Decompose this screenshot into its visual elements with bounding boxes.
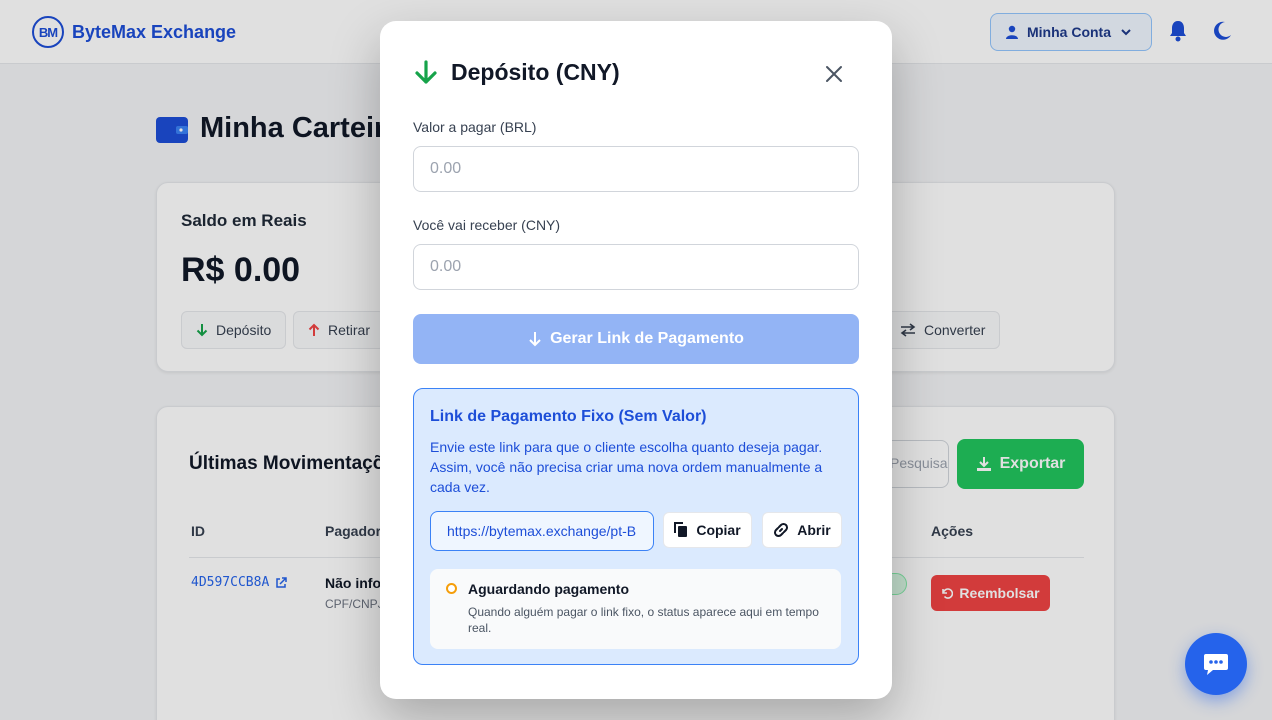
fixed-link-description: Envie este link para que o cliente escol… (430, 439, 823, 495)
payment-status-box: Aguardando pagamento Quando alguém pagar… (430, 569, 841, 649)
payment-status-title: Aguardando pagamento (468, 581, 630, 597)
pending-status-icon (446, 583, 457, 594)
open-link-button[interactable]: Abrir (762, 512, 842, 548)
copy-button[interactable]: Copiar (663, 512, 752, 548)
deposit-modal: Depósito (CNY) Valor a pagar (BRL) Você … (380, 21, 892, 699)
arrow-down-icon (529, 332, 541, 347)
link-icon (774, 522, 789, 538)
pay-amount-input[interactable] (413, 146, 859, 192)
pay-amount-label: Valor a pagar (BRL) (413, 119, 537, 135)
modal-title: Depósito (CNY) (451, 59, 620, 85)
arrow-down-icon (415, 59, 437, 84)
chat-support-button[interactable] (1185, 633, 1247, 695)
fixed-link-panel: Link de Pagamento Fixo (Sem Valor) Envie… (413, 388, 859, 665)
modal-header: Depósito (CNY) (413, 59, 620, 86)
fixed-link-title: Link de Pagamento Fixo (Sem Valor) (430, 408, 707, 425)
open-label: Abrir (797, 522, 831, 538)
fixed-link-input[interactable] (430, 511, 654, 551)
copy-label: Copiar (696, 522, 741, 538)
receive-amount-input[interactable] (413, 244, 859, 290)
generate-link-label: Gerar Link de Pagamento (550, 330, 744, 347)
chat-icon (1204, 654, 1228, 675)
receive-amount-label: Você vai receber (CNY) (413, 217, 561, 233)
copy-icon (674, 522, 688, 537)
generate-link-button[interactable]: Gerar Link de Pagamento (413, 314, 859, 364)
payment-status-description: Quando alguém pagar o link fixo, o statu… (468, 605, 819, 635)
close-icon[interactable] (823, 63, 845, 85)
